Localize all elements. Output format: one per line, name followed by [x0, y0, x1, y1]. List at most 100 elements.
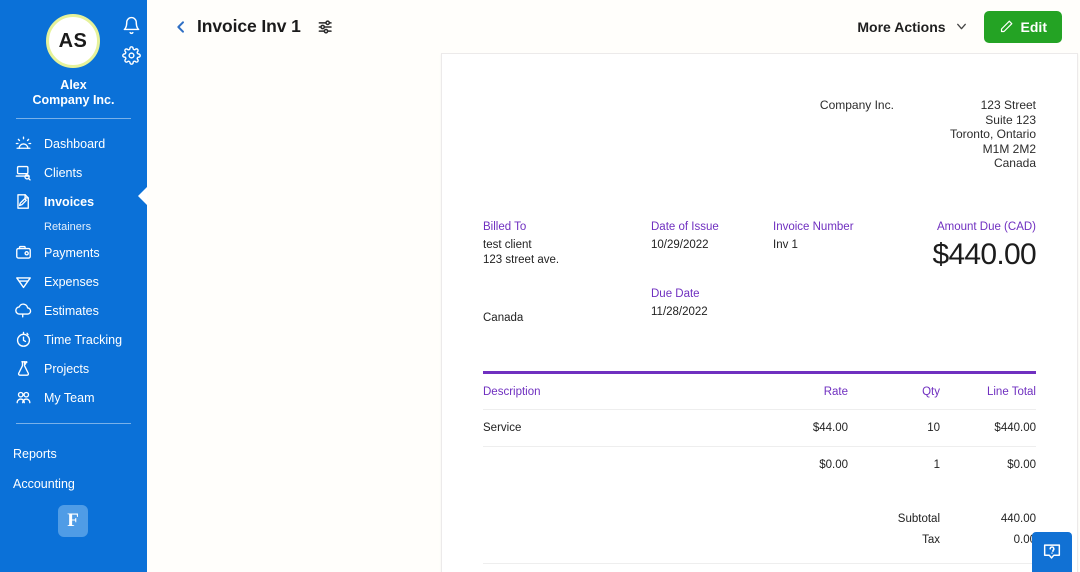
app-root: AS Alex Company Inc. Dashboard Clients I… — [0, 0, 1080, 572]
edit-button[interactable]: Edit — [983, 10, 1062, 43]
col-header-rate: Rate — [823, 385, 848, 398]
brand-logo: F — [58, 505, 88, 537]
help-button[interactable] — [1032, 532, 1072, 572]
line-items-table: Description Rate Qty Line Total Service … — [483, 374, 1036, 483]
sidebar-item-dashboard[interactable]: Dashboard — [0, 129, 147, 158]
cell-line-total: $440.00 — [940, 408, 1036, 447]
sidebar-item-label: Estimates — [44, 303, 99, 318]
totals-section: Subtotal 440.00 Tax 0.00 Total 440.00 — [483, 509, 1036, 572]
sidebar-item-label: Reports — [13, 447, 57, 461]
active-item-indicator — [138, 187, 147, 205]
dates-block: Date of Issue 10/29/2022 Due Date 11/28/… — [651, 220, 773, 324]
due-date-value: 11/28/2022 — [651, 305, 708, 318]
invoice-meta: Billed To test client 123 street ave. Ca… — [483, 220, 1037, 324]
clients-icon — [13, 163, 33, 183]
my-team-icon — [13, 388, 33, 408]
sidebar-subitem-retainers[interactable]: Retainers — [0, 216, 147, 238]
avatar[interactable]: AS — [46, 14, 100, 68]
date-of-issue-label: Date of Issue — [651, 220, 719, 233]
company-address-line: Canada — [993, 156, 1036, 171]
sidebar-item-payments[interactable]: Payments — [0, 238, 147, 267]
sidebar-item-accounting[interactable]: Accounting — [0, 469, 147, 499]
cell-description: Service — [483, 408, 738, 447]
page-title: Invoice Inv 1 — [197, 16, 301, 36]
time-tracking-icon — [13, 330, 33, 350]
date-of-issue-value: 10/29/2022 — [651, 238, 709, 251]
sidebar-item-label: Payments — [44, 245, 100, 260]
cell-qty: 1 — [848, 445, 940, 483]
company-address-line: Toronto, Ontario — [949, 127, 1036, 142]
sidebar-item-label: Clients — [44, 165, 83, 180]
company-address-line: 123 Street — [980, 98, 1036, 112]
estimates-icon — [13, 301, 33, 321]
billed-to-block: Billed To test client 123 street ave. Ca… — [483, 220, 651, 324]
invoices-icon — [13, 192, 33, 212]
table-row: $0.00 1 $0.00 — [483, 445, 1036, 483]
company-address-line: Suite 123 — [985, 112, 1036, 127]
company-address: 123 Street Suite 123 Toronto, Ontario M1… — [950, 98, 1036, 171]
invoice-document: Company Inc. 123 Street Suite 123 Toront… — [441, 53, 1078, 572]
cell-line-total: $0.00 — [940, 445, 1036, 483]
col-header-qty: Qty — [922, 385, 940, 398]
payments-icon — [13, 243, 33, 263]
totals-label: Tax — [922, 533, 940, 546]
billed-to-name: test client — [483, 238, 532, 251]
sidebar-item-label: Invoices — [44, 194, 95, 209]
amount-due-label: Amount Due (CAD) — [936, 220, 1036, 233]
user-name-line1: Alex — [60, 78, 87, 92]
sidebar-item-label: Accounting — [13, 477, 75, 491]
company-name: Company Inc. — [819, 98, 894, 112]
totals-value: 0.00 — [1013, 533, 1036, 546]
help-chat-icon — [1041, 541, 1063, 563]
main-content: Invoice Inv 1 More Actions Edit Company … — [147, 0, 1080, 572]
gear-icon[interactable] — [122, 46, 141, 65]
sidebar-item-label: Dashboard — [44, 136, 106, 151]
amount-due-block: Amount Due (CAD) $440.00 — [895, 220, 1036, 324]
chevron-left-icon[interactable] — [173, 19, 189, 35]
billed-to-street: 123 street ave. — [483, 253, 560, 266]
pencil-icon — [999, 19, 1014, 34]
table-row: Service $44.00 10 $440.00 — [483, 408, 1036, 447]
sidebar-divider-top — [16, 118, 131, 119]
line-items: Description Rate Qty Line Total Service … — [483, 370, 1036, 483]
sidebar: AS Alex Company Inc. Dashboard Clients I… — [0, 0, 147, 572]
amount-due-value: $440.00 — [932, 237, 1036, 271]
totals-row-tax: Tax 0.00 — [483, 530, 1036, 551]
invoice-canvas: Company Inc. 123 Street Suite 123 Toront… — [147, 53, 1080, 572]
sidebar-item-time-tracking[interactable]: Time Tracking — [0, 325, 147, 354]
sidebar-item-label: Time Tracking — [44, 332, 123, 347]
sidebar-item-invoices[interactable]: Invoices — [0, 187, 147, 216]
top-bar: Invoice Inv 1 More Actions Edit — [147, 0, 1080, 53]
sidebar-item-projects[interactable]: Projects — [0, 354, 147, 383]
user-name: Alex Company Inc. — [0, 78, 147, 108]
cell-rate: $44.00 — [738, 408, 848, 447]
company-address-line: M1M 2M2 — [982, 141, 1036, 156]
sidebar-item-reports[interactable]: Reports — [0, 439, 147, 469]
totals-label: Subtotal — [897, 512, 940, 525]
projects-icon — [13, 359, 33, 379]
cell-qty: 10 — [848, 408, 940, 447]
sidebar-item-expenses[interactable]: Expenses — [0, 267, 147, 296]
sidebar-item-clients[interactable]: Clients — [0, 158, 147, 187]
sidebar-item-label: Projects — [44, 361, 90, 376]
invoice-number-value: Inv 1 — [773, 238, 798, 251]
sidebar-item-estimates[interactable]: Estimates — [0, 296, 147, 325]
table-header-row: Description Rate Qty Line Total — [483, 374, 1036, 410]
expenses-icon — [13, 272, 33, 292]
invoice-number-label: Invoice Number — [773, 220, 854, 233]
totals-value: 440.00 — [1000, 512, 1036, 525]
sliders-icon[interactable] — [316, 17, 336, 37]
totals-divider — [483, 562, 1036, 564]
sidebar-item-my-team[interactable]: My Team — [0, 383, 147, 412]
top-bar-actions: More Actions Edit — [857, 10, 1062, 43]
col-header-description: Description — [483, 385, 541, 398]
totals-row-subtotal: Subtotal 440.00 — [483, 509, 1036, 530]
bell-icon[interactable] — [122, 16, 141, 35]
chevron-down-icon — [955, 20, 968, 33]
company-header: Company Inc. 123 Street Suite 123 Toront… — [483, 98, 1036, 171]
sidebar-divider-bottom — [16, 423, 131, 424]
more-actions-label: More Actions — [857, 18, 946, 35]
billed-to-label: Billed To — [483, 220, 527, 233]
due-date-label: Due Date — [651, 287, 700, 300]
more-actions-button[interactable]: More Actions — [857, 19, 967, 35]
